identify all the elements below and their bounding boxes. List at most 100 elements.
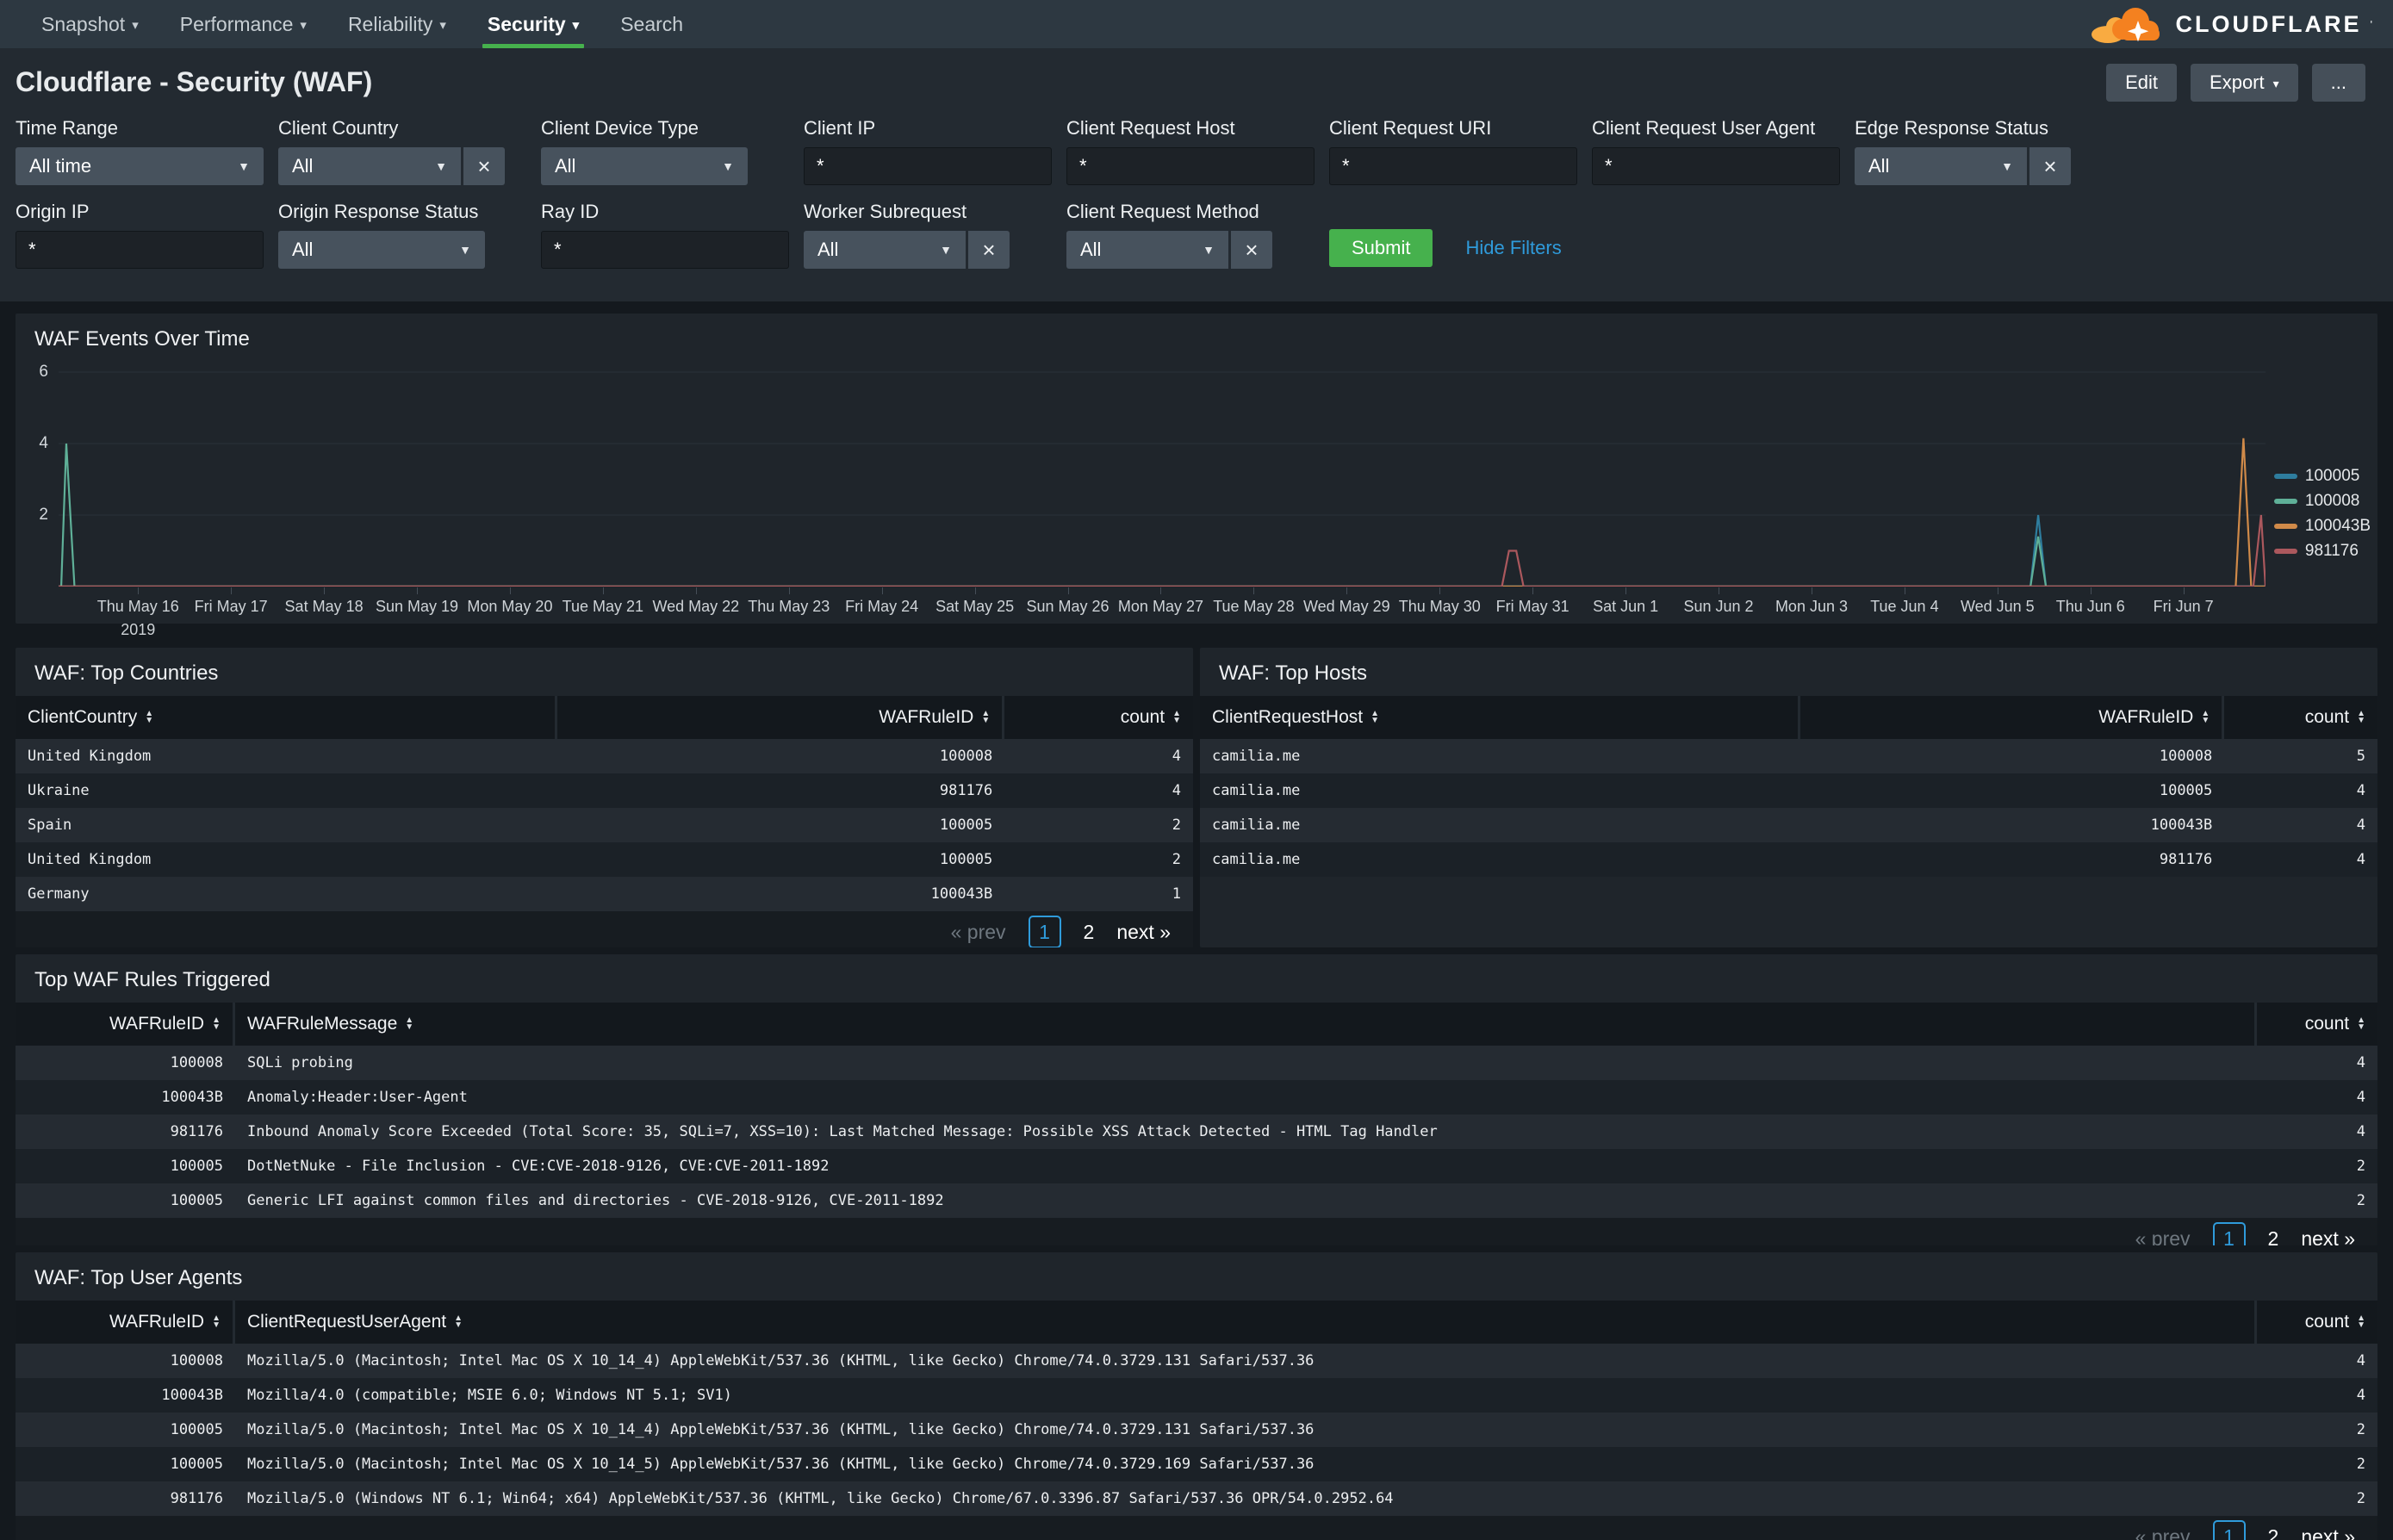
filter-row-1: Time Range All time ▼ Client Country All ▼ × Cl… xyxy=(16,117,2377,185)
sort-icon: ▲ ▼ xyxy=(2357,1015,2365,1032)
sort-icon: ▲ ▼ xyxy=(981,709,991,725)
filter-select[interactable]: All ▼ xyxy=(278,231,485,269)
pagination-page-1[interactable]: 1 xyxy=(2212,1222,2246,1245)
select-value: All time xyxy=(29,155,92,177)
x-axis: Thu May 16 2019 Fri May 17 Sat May 18 Sun Ma… xyxy=(59,587,2266,639)
x-tick-label: Thu May 23 xyxy=(748,598,830,615)
x-tick-label: Sat May 25 xyxy=(935,598,1015,615)
x-tick-label: Sat May 18 xyxy=(284,598,364,615)
pagination-page-1[interactable]: 1 xyxy=(1028,916,1061,947)
column-header-count[interactable]: count ▲ ▼ xyxy=(2257,1301,2377,1344)
chart-title: WAF Events Over Time xyxy=(34,327,250,351)
clear-filter-button[interactable]: × xyxy=(2029,147,2071,185)
table-row: 981176 Mozilla/5.0 (Windows NT 6.1; Win64… xyxy=(16,1481,2377,1516)
nav-item-label: Security xyxy=(487,12,566,35)
table-cell: 100005 xyxy=(170,1456,223,1473)
filter-select[interactable]: All ▼ xyxy=(804,231,966,269)
table-cell: DotNetNuke - File Inclusion - CVE:CVE-20… xyxy=(247,1158,830,1175)
filter-input[interactable] xyxy=(541,231,789,269)
table-cell: 100005 xyxy=(2159,782,2213,799)
filter-input[interactable] xyxy=(16,231,264,269)
x-tick-label: Thu May 30 xyxy=(1398,598,1481,615)
column-header-wafrulemessage[interactable]: WAFRuleMessage ▲ ▼ xyxy=(235,1003,2257,1046)
chevron-down-icon: ▼ xyxy=(1203,243,1215,257)
table-row: Spain 100005 2 xyxy=(16,808,1193,842)
column-header-wafruleid[interactable]: WAFRuleID ▲ ▼ xyxy=(16,1301,235,1344)
filter-select[interactable]: All time ▼ xyxy=(16,147,264,185)
legend-item-100043B[interactable]: 100043B xyxy=(2273,517,2371,536)
table-row: 100005 Mozilla/5.0 (Macintosh; Intel Mac … xyxy=(16,1413,2377,1447)
filter-client-request-user-agent: Client Request User Agent xyxy=(1592,117,1855,185)
x-tick-mark xyxy=(695,587,697,594)
column-header-count[interactable]: count ▲ ▼ xyxy=(1004,696,1193,739)
pagination-page-1[interactable]: 1 xyxy=(2212,1520,2246,1540)
nav-item-security[interactable]: Security ▾ xyxy=(467,0,600,48)
column-header-wafruleid[interactable]: WAFRuleID ▲ ▼ xyxy=(1800,696,2225,739)
x-tick-mark xyxy=(1625,587,1627,594)
pagination-next[interactable]: next » xyxy=(2301,1525,2355,1540)
filter-select[interactable]: All ▼ xyxy=(1066,231,1228,269)
table-cell: 100005 xyxy=(170,1158,223,1175)
pagination-prev[interactable]: « prev xyxy=(2135,1525,2191,1540)
table-cell: 4 xyxy=(2356,1387,2365,1404)
column-header-clientrequesthost[interactable]: ClientRequestHost ▲ ▼ xyxy=(1200,696,1801,739)
table-row: Ukraine 981176 4 xyxy=(16,773,1193,808)
export-button[interactable]: Export ▾ xyxy=(2191,64,2298,102)
clear-filter-button[interactable]: × xyxy=(1231,231,1272,269)
table-header-row: ClientCountry ▲ ▼ WAFRuleID ▲ ▼ count ▲ ▼ xyxy=(16,696,1193,739)
clear-filter-button[interactable]: × xyxy=(463,147,505,185)
table-cell: 981176 xyxy=(2159,851,2213,868)
more-options-button[interactable]: ... xyxy=(2311,64,2365,102)
legend-label: 100043B xyxy=(2304,517,2371,535)
filter-input[interactable] xyxy=(1329,147,1577,185)
x-tick-label: Sun May 26 xyxy=(1026,598,1109,615)
nav-item-search[interactable]: Search xyxy=(600,0,704,48)
legend-item-100008[interactable]: 100008 xyxy=(2273,492,2371,511)
chevron-down-icon: ▾ xyxy=(572,18,580,33)
nav-item-performance[interactable]: Performance ▾ xyxy=(159,0,327,48)
filter-select[interactable]: All ▼ xyxy=(1855,147,2027,185)
filter-input[interactable] xyxy=(1066,147,1315,185)
column-header-count[interactable]: count ▲ ▼ xyxy=(2257,1003,2377,1046)
column-header-clientrequestuseragent[interactable]: ClientRequestUserAgent ▲ ▼ xyxy=(235,1301,2257,1344)
sort-icon: ▲ ▼ xyxy=(405,1015,414,1032)
x-tick-mark xyxy=(602,587,604,594)
table-cell: 4 xyxy=(1172,782,1181,799)
filter-input[interactable] xyxy=(804,147,1052,185)
x-tick-label: Fri May 31 xyxy=(1495,598,1569,615)
pagination-next[interactable]: next » xyxy=(1116,921,1171,944)
legend-item-100005[interactable]: 100005 xyxy=(2273,467,2371,486)
column-header-label: count xyxy=(2304,1014,2350,1034)
x-tick-mark xyxy=(788,587,790,594)
column-header-wafruleid[interactable]: WAFRuleID ▲ ▼ xyxy=(557,696,1005,739)
table-cell: 100008 xyxy=(170,1352,223,1369)
x-tick-mark xyxy=(417,587,419,594)
filter-ray-id: Ray ID xyxy=(541,201,804,269)
pagination-prev[interactable]: « prev xyxy=(951,921,1006,944)
hide-filters-link[interactable]: Hide Filters xyxy=(1465,229,1561,267)
chevron-down-icon: ▼ xyxy=(435,159,447,173)
pagination-page-2[interactable]: 2 xyxy=(2268,1525,2279,1540)
filter-select[interactable]: All ▼ xyxy=(278,147,461,185)
column-header-clientcountry[interactable]: ClientCountry ▲ ▼ xyxy=(16,696,557,739)
brand-wordmark: CLOUDFLARE xyxy=(2175,10,2362,37)
edit-button[interactable]: Edit xyxy=(2106,64,2178,102)
table-header-row: ClientRequestHost ▲ ▼ WAFRuleID ▲ ▼ count ▲ ▼ xyxy=(1200,696,2377,739)
filter-select[interactable]: All ▼ xyxy=(541,147,748,185)
filter-label: Client Request Method xyxy=(1066,201,1259,222)
filter-input[interactable] xyxy=(1592,147,1840,185)
table-cell: 2 xyxy=(2356,1158,2365,1175)
submit-button[interactable]: Submit xyxy=(1329,229,1433,267)
pagination-page-2[interactable]: 2 xyxy=(2268,1227,2279,1246)
clear-filter-button[interactable]: × xyxy=(968,231,1010,269)
column-header-count[interactable]: count ▲ ▼ xyxy=(2224,696,2377,739)
column-header-wafruleid[interactable]: WAFRuleID ▲ ▼ xyxy=(16,1003,235,1046)
sort-icon: ▲ ▼ xyxy=(2357,709,2365,725)
nav-item-reliability[interactable]: Reliability ▾ xyxy=(327,0,467,48)
legend-item-981176[interactable]: 981176 xyxy=(2273,542,2371,561)
pagination-next[interactable]: next » xyxy=(2301,1227,2355,1246)
pagination-prev[interactable]: « prev xyxy=(2135,1227,2191,1246)
pagination-page-2[interactable]: 2 xyxy=(1084,921,1095,944)
x-tick-mark xyxy=(509,587,511,594)
nav-item-snapshot[interactable]: Snapshot ▾ xyxy=(21,0,159,48)
